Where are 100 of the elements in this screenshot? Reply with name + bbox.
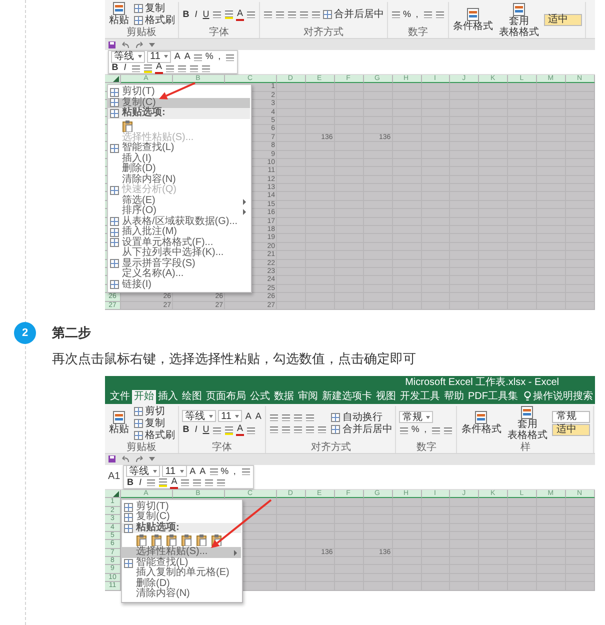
ribbon-button[interactable]: [281, 413, 292, 422]
ribbon-button[interactable]: I: [192, 424, 200, 436]
ribbon-button[interactable]: [311, 10, 321, 18]
ribbon-button[interactable]: %: [411, 424, 420, 436]
save-icon[interactable]: [108, 455, 116, 464]
menu-item[interactable]: 清除内容(N): [122, 589, 242, 600]
redo-icon[interactable]: [135, 455, 144, 464]
undo-icon[interactable]: [121, 40, 130, 48]
dropdown-field[interactable]: 常规: [399, 411, 434, 424]
toolbar-button[interactable]: [240, 467, 251, 476]
toolbar-button[interactable]: A: [198, 466, 207, 477]
toolbar-button[interactable]: [193, 52, 204, 60]
toolbar-button[interactable]: [146, 478, 156, 486]
ribbon-button[interactable]: 条件格式: [452, 8, 494, 32]
toolbar-button[interactable]: [208, 467, 219, 476]
ribbon-button[interactable]: B: [182, 424, 190, 436]
ribbon-button[interactable]: [435, 10, 446, 18]
clipboard-icon[interactable]: [122, 120, 133, 132]
caret-icon[interactable]: [149, 457, 155, 462]
ribbon-tab[interactable]: 文件: [108, 390, 132, 404]
toolbar-button[interactable]: B: [111, 62, 119, 73]
ribbon-button[interactable]: [293, 425, 304, 434]
ribbon-tab[interactable]: 开发工具: [398, 390, 442, 404]
toolbar-button[interactable]: [201, 64, 211, 72]
style-swatch[interactable]: 适中: [544, 14, 582, 26]
ribbon-button[interactable]: U: [202, 424, 210, 436]
toolbar-button[interactable]: [165, 64, 175, 72]
toolbar-button[interactable]: [131, 64, 141, 72]
toolbar-button[interactable]: [180, 478, 190, 486]
clipboard-icon[interactable]: [181, 534, 192, 546]
ribbon-button[interactable]: U: [202, 8, 210, 20]
ribbon-button[interactable]: [431, 426, 442, 434]
redo-icon[interactable]: [135, 40, 144, 48]
clipboard-icon[interactable]: [196, 534, 207, 546]
ribbon-button[interactable]: 复制: [134, 2, 165, 14]
toolbar-button[interactable]: A: [155, 61, 163, 74]
toolbar-button[interactable]: A: [188, 466, 197, 477]
name-box[interactable]: A1: [108, 471, 120, 482]
ribbon-button[interactable]: I: [192, 8, 200, 20]
dropdown-field[interactable]: 等线: [126, 465, 160, 478]
toolbar-button[interactable]: [192, 478, 202, 486]
toolbar-button[interactable]: ,: [230, 466, 239, 477]
dropdown-field[interactable]: 11: [162, 465, 187, 478]
toolbar-button[interactable]: %: [220, 466, 229, 477]
ribbon-button[interactable]: 合并后居中: [331, 424, 392, 435]
ribbon-button[interactable]: [281, 425, 292, 434]
ribbon-button[interactable]: [224, 9, 234, 19]
ribbon-button[interactable]: [224, 424, 234, 435]
ribbon-button[interactable]: B: [182, 8, 190, 20]
ribbon-button[interactable]: [246, 10, 256, 18]
toolbar-button[interactable]: B: [126, 476, 134, 488]
ribbon-button[interactable]: %: [403, 8, 412, 20]
ribbon-button[interactable]: [391, 10, 401, 18]
toolbar-button[interactable]: %: [205, 51, 214, 62]
ribbon-button[interactable]: [246, 426, 256, 434]
ribbon-button[interactable]: 套用 表格格式: [506, 406, 548, 441]
toolbar-button[interactable]: [143, 62, 153, 72]
ribbon-button[interactable]: [399, 426, 410, 434]
dropdown-field[interactable]: 等线: [182, 410, 216, 422]
ribbon-button[interactable]: [212, 10, 222, 18]
ribbon-button[interactable]: [443, 426, 454, 434]
ribbon-tab[interactable]: 视图: [374, 390, 398, 404]
ribbon-button[interactable]: [263, 10, 273, 18]
toolbar-button[interactable]: I: [136, 476, 144, 488]
toolbar-button[interactable]: [177, 64, 187, 72]
ribbon-button[interactable]: 合并后居中: [323, 8, 384, 20]
tell-me-search[interactable]: 操作说明搜索: [524, 390, 593, 404]
toolbar-button[interactable]: [225, 52, 236, 60]
menu-item[interactable]: 选择性粘贴(S)...: [122, 547, 242, 558]
ribbon-button[interactable]: [423, 10, 434, 18]
ribbon-tab[interactable]: 数据: [272, 390, 296, 404]
ribbon-button[interactable]: A: [244, 410, 252, 422]
style-swatch[interactable]: 常规: [552, 410, 590, 423]
ribbon-button[interactable]: [293, 413, 304, 422]
ribbon-tab[interactable]: 插入: [156, 390, 180, 404]
ribbon-tab[interactable]: 开始: [132, 390, 156, 404]
ribbon-button[interactable]: 粘贴: [108, 2, 130, 26]
ribbon-button[interactable]: [305, 425, 316, 434]
ribbon-tab[interactable]: 新建选项卡: [320, 390, 374, 404]
ribbon-button[interactable]: ,: [413, 8, 422, 20]
toolbar-button[interactable]: [158, 477, 168, 488]
ribbon-button[interactable]: [299, 10, 309, 18]
dropdown-field[interactable]: 等线: [111, 50, 145, 62]
toolbar-button[interactable]: [204, 478, 214, 486]
undo-icon[interactable]: [121, 455, 130, 464]
clipboard-icon[interactable]: [166, 534, 177, 546]
ribbon-button[interactable]: 套用 表格格式: [498, 2, 540, 38]
ribbon-button[interactable]: 格式刷: [134, 14, 175, 26]
ribbon-button[interactable]: 粘贴: [108, 411, 130, 436]
save-icon[interactable]: [108, 40, 116, 48]
clipboard-icon[interactable]: [151, 534, 162, 546]
dropdown-field[interactable]: 11: [147, 50, 172, 62]
toolbar-button[interactable]: I: [121, 62, 129, 73]
ribbon-button[interactable]: 条件格式: [460, 411, 502, 436]
toolbar-button[interactable]: A: [173, 51, 182, 62]
ribbon-button[interactable]: 复制: [134, 418, 165, 429]
ribbon-tab[interactable]: 帮助: [442, 390, 466, 404]
ribbon-button[interactable]: 自动换行: [331, 412, 382, 423]
ribbon-tab[interactable]: 审阅: [296, 390, 320, 404]
ribbon-button[interactable]: [287, 10, 297, 18]
